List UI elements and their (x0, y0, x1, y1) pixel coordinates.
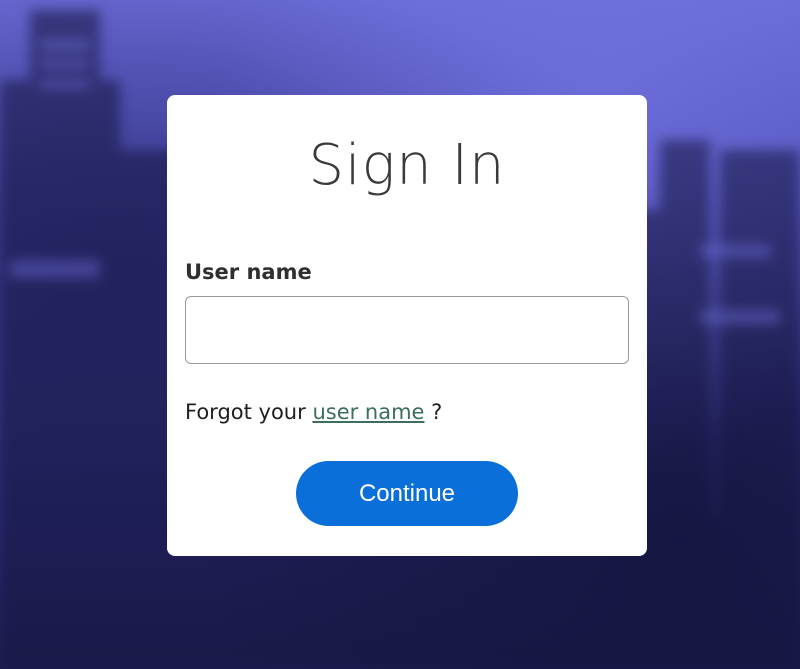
forgot-username-text: Forgot your user name ? (185, 400, 442, 424)
username-input[interactable] (185, 296, 629, 364)
continue-button[interactable]: Continue (296, 461, 518, 526)
username-label: User name (185, 260, 312, 284)
sign-in-card: Sign In User name Forgot your user name … (167, 95, 647, 556)
forgot-username-link[interactable]: user name (312, 400, 424, 424)
forgot-prefix-text: Forgot your (185, 400, 306, 424)
forgot-suffix-text: ? (431, 400, 443, 424)
page-title: Sign In (308, 133, 506, 198)
